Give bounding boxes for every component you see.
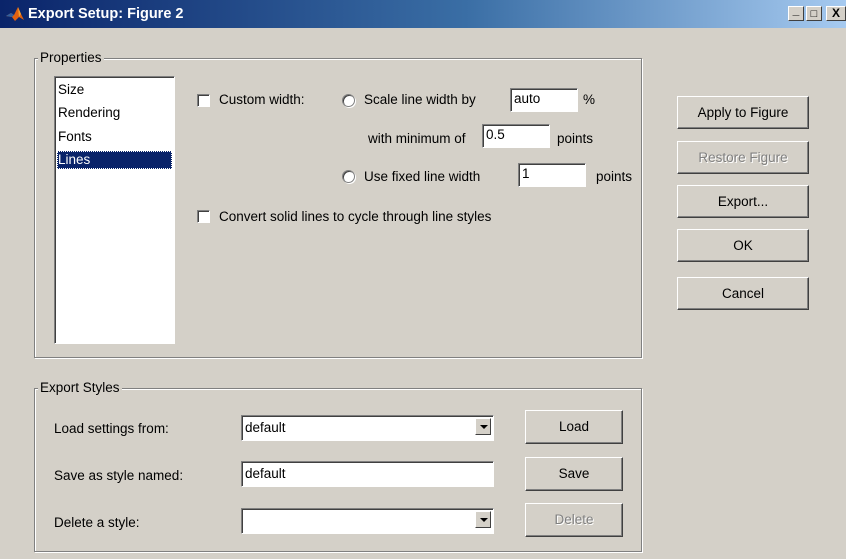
list-item-rendering[interactable]: Rendering: [57, 104, 172, 122]
save-style-label: Save as style named:: [54, 468, 184, 483]
scale-line-width-radio[interactable]: [342, 94, 355, 107]
scale-line-width-label: Scale line width by: [364, 92, 476, 107]
fixed-line-width-radio[interactable]: [342, 170, 355, 183]
load-settings-value: default: [245, 420, 286, 435]
load-button[interactable]: Load: [525, 410, 623, 444]
restore-figure-button[interactable]: Restore Figure: [677, 141, 809, 174]
export-styles-legend: Export Styles: [38, 380, 122, 395]
save-style-input[interactable]: default: [241, 461, 494, 487]
percent-unit-label: %: [583, 92, 596, 107]
close-icon: X: [831, 6, 840, 20]
export-button[interactable]: Export...: [677, 185, 809, 218]
save-button[interactable]: Save: [525, 457, 623, 491]
fixed-line-width-label: Use fixed line width: [364, 169, 481, 184]
ok-button[interactable]: OK: [677, 229, 809, 262]
custom-width-label: Custom width:: [219, 92, 305, 107]
delete-style-label: Delete a style:: [54, 515, 140, 530]
scale-line-width-input[interactable]: auto: [510, 88, 578, 112]
minimum-label: with minimum of: [368, 131, 466, 146]
list-item-lines[interactable]: Lines: [57, 151, 172, 169]
minimum-width-input[interactable]: 0.5: [482, 124, 550, 148]
minimum-points-label: points: [557, 131, 594, 146]
list-item-fonts[interactable]: Fonts: [57, 128, 172, 146]
matlab-logo-icon: [6, 7, 24, 21]
load-settings-label: Load settings from:: [54, 421, 169, 436]
fixed-line-width-input[interactable]: 1: [518, 163, 586, 187]
chevron-down-icon[interactable]: [475, 511, 491, 528]
properties-legend: Properties: [38, 50, 104, 65]
cancel-button[interactable]: Cancel: [677, 277, 809, 310]
maximize-icon: □: [810, 8, 818, 20]
window-title: Export Setup: Figure 2: [28, 6, 184, 22]
convert-line-styles-label: Convert solid lines to cycle through lin…: [219, 209, 492, 224]
delete-button[interactable]: Delete: [525, 503, 623, 537]
chevron-down-icon[interactable]: [475, 418, 491, 435]
load-settings-dropdown[interactable]: default: [241, 415, 494, 441]
custom-width-checkbox[interactable]: [197, 94, 210, 107]
close-button[interactable]: X: [826, 6, 846, 21]
minimize-icon: _: [792, 3, 800, 17]
apply-to-figure-button[interactable]: Apply to Figure: [677, 96, 809, 129]
minimize-button[interactable]: _: [788, 3, 804, 21]
list-item-size[interactable]: Size: [57, 81, 172, 99]
convert-line-styles-checkbox[interactable]: [197, 210, 210, 223]
delete-style-dropdown[interactable]: [241, 508, 494, 534]
properties-list[interactable]: Size Rendering Fonts Lines: [54, 76, 175, 344]
fixed-points-label: points: [596, 169, 633, 184]
title-bar[interactable]: Export Setup: Figure 2 _ □ X: [0, 0, 846, 28]
maximize-button[interactable]: □: [806, 6, 822, 21]
